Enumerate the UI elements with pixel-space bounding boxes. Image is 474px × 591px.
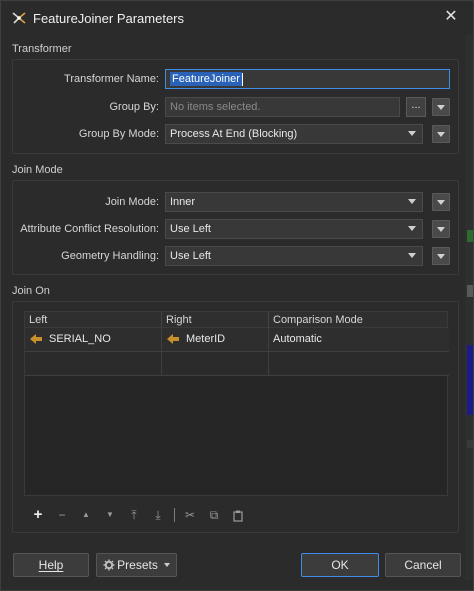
group-by-mode-select[interactable]: Process At End (Blocking) [165, 124, 423, 144]
attribute-conflict-menu-button[interactable] [432, 220, 450, 238]
chevron-down-icon [437, 132, 445, 137]
clipboard-icon [233, 510, 243, 522]
geometry-handling-value: Use Left [170, 250, 211, 262]
attribute-arrow-icon [30, 334, 42, 345]
empty-cell[interactable] [162, 352, 269, 376]
title-bar: FeatureJoiner Parameters ✕ [1, 1, 473, 35]
join-mode-section-label: Join Mode [12, 164, 63, 176]
group-by-browse-button[interactable]: ... [406, 97, 426, 117]
comparison-mode-value: Automatic [273, 333, 322, 345]
transformer-name-field[interactable]: FeatureJoiner [165, 69, 450, 89]
dropdown-arrow-icon [408, 253, 416, 258]
dropdown-arrow-icon [408, 131, 416, 136]
group-by-field[interactable]: No items selected. [165, 97, 400, 117]
table-row[interactable]: SERIAL_NO MeterID Automatic [25, 328, 449, 352]
join-mode-label: Join Mode: [105, 196, 159, 208]
empty-cell[interactable] [269, 352, 449, 376]
group-by-label: Group By: [109, 101, 159, 113]
chevron-down-icon [163, 563, 170, 567]
close-button[interactable]: ✕ [441, 7, 461, 27]
attribute-conflict-value: Use Left [170, 223, 211, 235]
left-attribute-value: SERIAL_NO [49, 333, 111, 345]
transformer-section-label: Transformer [12, 43, 72, 55]
geometry-handling-select[interactable]: Use Left [165, 246, 423, 266]
add-row-button[interactable]: + [29, 506, 47, 524]
group-by-menu-button[interactable] [432, 98, 450, 116]
column-header-left[interactable]: Left [25, 312, 162, 328]
join-mode-group: Join Mode: Inner Attribute Conflict Reso… [12, 180, 459, 275]
table-header: Left Right Comparison Mode [25, 312, 447, 328]
featurejoiner-parameters-dialog: FeatureJoiner Parameters ✕ Transformer T… [0, 0, 474, 591]
group-by-mode-menu-button[interactable] [432, 125, 450, 143]
right-attribute-cell[interactable]: MeterID [162, 328, 269, 352]
transformer-name-label: Transformer Name: [64, 73, 159, 85]
cancel-button[interactable]: Cancel [385, 553, 461, 577]
paste-button[interactable] [229, 506, 247, 524]
group-by-placeholder: No items selected. [170, 101, 261, 113]
dropdown-arrow-icon [408, 199, 416, 204]
geometry-handling-label: Geometry Handling: [61, 250, 159, 262]
left-attribute-cell[interactable]: SERIAL_NO [25, 328, 162, 352]
window-title: FeatureJoiner Parameters [33, 11, 185, 26]
cut-button[interactable]: ✂ [181, 506, 199, 524]
presets-button-label: Presets [117, 558, 158, 572]
group-by-mode-value: Process At End (Blocking) [170, 128, 298, 140]
move-up-button[interactable]: ▲ [77, 506, 95, 524]
copy-button[interactable]: ⧉ [205, 506, 223, 524]
toolbar-divider [174, 508, 175, 522]
attribute-conflict-select[interactable]: Use Left [165, 219, 423, 239]
empty-cell[interactable] [25, 352, 162, 376]
presets-button[interactable]: Presets [96, 553, 177, 577]
join-on-table: Left Right Comparison Mode SERIAL_NO Met… [24, 311, 449, 496]
join-mode-select[interactable]: Inner [165, 192, 423, 212]
column-header-right[interactable]: Right [162, 312, 269, 328]
transformer-name-value: FeatureJoiner [170, 72, 242, 86]
gear-icon [103, 559, 115, 571]
chevron-down-icon [437, 254, 445, 259]
move-to-bottom-button[interactable]: ⤓ [149, 506, 167, 524]
dropdown-arrow-icon [408, 226, 416, 231]
join-on-section-label: Join On [12, 285, 50, 297]
table-row-empty[interactable] [25, 352, 449, 376]
group-by-mode-label: Group By Mode: [78, 128, 159, 140]
move-down-button[interactable]: ▼ [101, 506, 119, 524]
right-attribute-value: MeterID [186, 333, 226, 345]
attribute-conflict-label: Attribute Conflict Resolution: [20, 223, 159, 235]
ok-button[interactable]: OK [301, 553, 379, 577]
transformer-group: Transformer Name: FeatureJoiner Group By… [12, 59, 459, 154]
comparison-mode-cell[interactable]: Automatic [269, 328, 449, 352]
remove-row-button[interactable]: − [53, 506, 71, 524]
attribute-arrow-icon [167, 334, 179, 345]
join-mode-menu-button[interactable] [432, 193, 450, 211]
close-icon: ✕ [444, 8, 458, 25]
chevron-down-icon [437, 227, 445, 232]
chevron-down-icon [437, 200, 445, 205]
help-button[interactable]: Help [13, 553, 89, 577]
chevron-down-icon [437, 105, 445, 110]
column-header-comparison-mode[interactable]: Comparison Mode [269, 312, 449, 328]
help-button-label: Help [38, 558, 64, 572]
geometry-handling-menu-button[interactable] [432, 247, 450, 265]
join-mode-value: Inner [170, 196, 196, 208]
transformer-icon [12, 12, 26, 24]
move-to-top-button[interactable]: ⤒ [125, 506, 143, 524]
background-strip [465, 35, 473, 580]
